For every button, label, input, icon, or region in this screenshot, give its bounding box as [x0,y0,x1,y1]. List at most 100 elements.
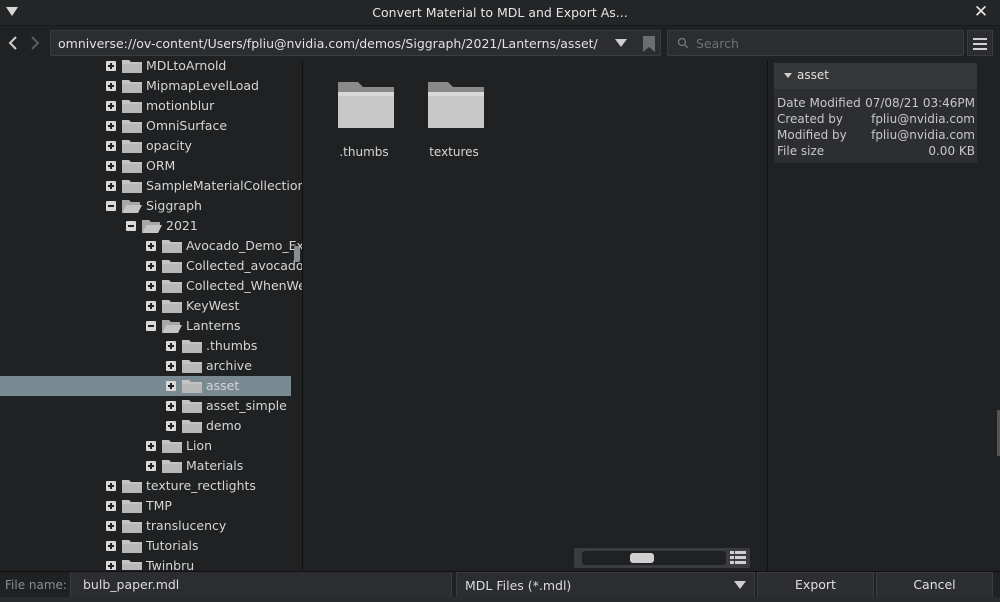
details-header[interactable]: asset [774,63,977,89]
zoom-slider[interactable] [582,551,726,565]
tree-item[interactable]: OmniSurface [0,116,291,136]
tree-item[interactable]: MipmapLevelLoad [0,76,291,96]
details-key: File size [777,144,825,158]
expand-icon[interactable] [146,281,156,291]
tree-item-label: Siggraph [146,198,202,213]
tree-item[interactable]: Collected_avocado [0,256,302,276]
folder-icon [122,180,142,193]
tree-item[interactable]: texture_rectlights [0,476,291,496]
expand-icon[interactable] [146,461,156,471]
tree-item[interactable]: Lion [0,436,291,456]
expand-icon[interactable] [106,521,116,531]
tree-item-label: MDLtoArnold [146,60,227,73]
tree-item[interactable]: SampleMaterialCollection [0,176,302,196]
tree-item[interactable]: asset [0,376,291,396]
expand-icon[interactable] [106,541,116,551]
chevron-down-icon[interactable] [734,581,746,589]
bookmark-icon[interactable] [642,36,656,52]
expand-icon[interactable] [106,481,116,491]
tree-item[interactable]: archive [0,356,291,376]
expand-icon[interactable] [106,61,116,71]
close-icon[interactable]: ✕ [972,3,990,21]
tree-item[interactable]: Avocado_Demo_Ex [0,236,302,256]
tree-item-label: Materials [186,458,244,473]
tree-item[interactable]: TMP [0,496,291,516]
tree-item[interactable]: MDLtoArnold [0,60,291,76]
expand-icon[interactable] [106,101,116,111]
expand-icon[interactable] [166,421,176,431]
expand-icon[interactable] [166,341,176,351]
folder-icon [162,240,182,253]
list-view-icon[interactable] [730,551,746,565]
tree-item-label: Collected_avocado [186,258,303,273]
export-button[interactable]: Export [757,572,874,598]
tree-item[interactable]: Twinbru [0,556,291,570]
forward-arrow-icon[interactable] [28,35,42,51]
bottom-bar: File name: bulb_paper.mdl MDL Files (*.m… [0,571,1000,598]
menu-icon[interactable] [967,30,993,56]
folder-icon [182,360,202,373]
tree-item[interactable]: KeyWest [0,296,291,316]
folder-icon [162,300,182,313]
expand-icon[interactable] [106,561,116,570]
expand-icon[interactable] [146,441,156,451]
tree-item[interactable]: Materials [0,456,291,476]
folder-icon [162,280,182,293]
back-arrow-icon[interactable] [6,35,20,51]
zoom-slider-thumb[interactable] [630,553,654,563]
file-item[interactable]: textures [414,78,494,168]
file-type-select[interactable]: MDL Files (*.mdl) [456,572,755,598]
folder-open-icon [162,320,182,333]
expand-icon[interactable] [146,241,156,251]
expand-icon[interactable] [146,301,156,311]
tree-item-label: Lion [186,438,213,453]
folder-icon [182,340,202,353]
expand-icon[interactable] [106,181,116,191]
folder-open-icon [122,200,142,213]
path-text[interactable]: omniverse://ov-content/Users/fpliu@nvidi… [58,36,598,51]
tree-item[interactable]: ORM [0,156,291,176]
expand-icon[interactable] [166,401,176,411]
cancel-button[interactable]: Cancel [876,572,993,598]
tree-item[interactable]: asset_simple [0,396,291,416]
search-field[interactable] [667,30,964,56]
tree-item[interactable]: Lanterns [0,316,291,336]
window-title: Convert Material to MDL and Export As... [372,5,628,20]
collapse-icon[interactable] [146,321,156,331]
tree-item[interactable]: .thumbs [0,336,291,356]
collapse-triangle-icon[interactable] [784,73,792,78]
expand-icon[interactable] [106,141,116,151]
file-item[interactable]: .thumbs [324,78,404,168]
details-row: Date Modified 07/08/21 03:46PM [777,96,975,112]
dropdown-icon[interactable] [615,39,627,47]
folder-tree: MDLtoArnold MipmapLevelLoad motionblur Omni… [0,60,303,570]
expand-icon[interactable] [106,81,116,91]
folder-icon [338,82,394,128]
expand-icon[interactable] [106,501,116,511]
tree-item-label: texture_rectlights [146,478,256,493]
tree-item-label: Tutorials [146,538,199,553]
folder-icon [182,380,202,393]
tree-scrollbar[interactable] [294,246,300,262]
expand-icon[interactable] [166,381,176,391]
collapse-icon[interactable] [126,221,136,231]
details-panel: asset Date Modified 07/08/21 03:46PM Creat… [767,60,1000,570]
file-name-value[interactable]: bulb_paper.mdl [83,577,179,592]
tree-item[interactable]: translucency [0,516,291,536]
expand-icon[interactable] [166,361,176,371]
tree-item-label: opacity [146,138,192,153]
path-field[interactable]: omniverse://ov-content/Users/fpliu@nvidi… [50,30,661,56]
expand-icon[interactable] [106,161,116,171]
tree-item[interactable]: 2021 [0,216,291,236]
tree-item[interactable]: motionblur [0,96,291,116]
expand-icon[interactable] [146,261,156,271]
collapse-icon[interactable] [106,201,116,211]
tree-item[interactable]: Siggraph [0,196,291,216]
tree-item[interactable]: demo [0,416,291,436]
tree-item[interactable]: opacity [0,136,291,156]
search-input[interactable] [696,36,956,51]
tree-item[interactable]: Tutorials [0,536,291,556]
expand-icon[interactable] [106,121,116,131]
tree-item[interactable]: Collected_WhenWe [0,276,302,296]
file-name-input[interactable]: bulb_paper.mdl [70,572,452,598]
